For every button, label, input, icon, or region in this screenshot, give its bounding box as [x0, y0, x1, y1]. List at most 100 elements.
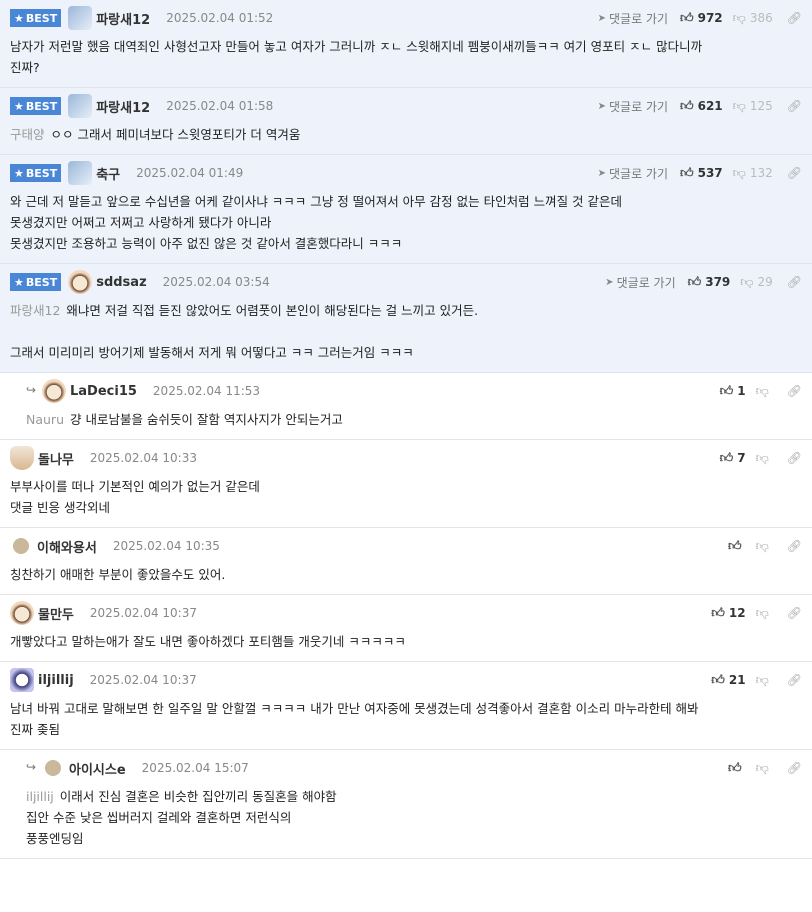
comment-text-line: 진짜 좆됨: [10, 719, 802, 740]
upvote-button[interactable]: 👍︎: [728, 761, 746, 776]
link-icon[interactable]: 🔗︎: [787, 384, 802, 398]
best-badge: ★ BEST: [10, 9, 62, 27]
comment-text-line: iljillij 이래서 진심 결혼은 비슷한 집안끼리 동질혼을 해야함: [26, 786, 802, 807]
thumbs-up-icon: 👍︎: [719, 383, 734, 399]
comment-body: 칭찬하기 애매한 부분이 좋았을수도 있어.: [10, 564, 802, 594]
upvote-button[interactable]: 👍︎: [728, 539, 746, 554]
downvote-button[interactable]: 👎︎ 125: [733, 99, 773, 114]
star-icon: ★: [14, 11, 24, 25]
comment-date: 2025.02.04 03:54: [162, 275, 270, 289]
thumbs-down-icon: 👎︎: [740, 274, 754, 290]
upvote-button[interactable]: 👍︎ 972: [680, 11, 723, 26]
mention-nickname[interactable]: 파랑새12: [10, 303, 60, 318]
comment-header: 돌나무 2025.02.04 10:33: [10, 440, 802, 476]
upvote-button[interactable]: 👍︎ 621: [680, 99, 723, 114]
goto-comment-button[interactable]: ➤ 댓글로 가기: [605, 274, 675, 291]
goto-comment-button[interactable]: ➤ 댓글로 가기: [598, 165, 668, 182]
downvote-button[interactable]: 👎︎: [756, 451, 773, 466]
nickname[interactable]: 이해와용서: [37, 537, 97, 556]
avatar[interactable]: [68, 270, 93, 294]
nickname[interactable]: 파랑새12: [96, 97, 150, 116]
link-icon[interactable]: 🔗︎: [787, 451, 802, 465]
comment-actions: ➤ 댓글로 가기 👍︎ 537 👎︎ 132 🔗︎: [598, 164, 802, 182]
upvote-button[interactable]: 👍︎ 379: [688, 275, 731, 290]
link-icon[interactable]: 🔗︎: [787, 99, 802, 113]
downvote-button[interactable]: 👎︎: [756, 606, 773, 621]
link-icon[interactable]: 🔗︎: [787, 539, 802, 553]
link-icon[interactable]: 🔗︎: [787, 11, 802, 25]
link-icon[interactable]: 🔗︎: [787, 166, 802, 180]
nickname[interactable]: iljillij: [38, 673, 74, 688]
comment: 이해와용서 2025.02.04 10:35 👍︎ 👎︎ 🔗︎ 칭찬하기 애매한…: [0, 528, 812, 595]
send-arrow-icon: ➤: [605, 276, 614, 288]
downvote-button[interactable]: 👎︎ 29: [740, 275, 772, 290]
avatar[interactable]: [13, 538, 29, 554]
nickname[interactable]: LaDeci15: [70, 384, 137, 399]
comment-text-line: 집안 수준 낮은 씹버러지 걸레와 결혼하면 저런식의: [26, 807, 802, 828]
comment-actions: 👍︎ 21 👎︎ 🔗︎: [711, 671, 802, 689]
upvote-count: 1: [737, 384, 746, 398]
nickname[interactable]: 축구: [96, 164, 120, 183]
comment-text: 걍 내로남불을 숨쉬듯이 잘함 역지사지가 안되는거고: [69, 412, 343, 427]
upvote-button[interactable]: 👍︎ 21: [711, 673, 745, 688]
avatar[interactable]: [68, 6, 93, 30]
comment-text-line: 파랑새12 왜냐면 저걸 직접 듣진 않았어도 어렴풋이 본인이 해당된다는 걸…: [10, 300, 802, 321]
thumbs-down-icon: 👎︎: [755, 383, 769, 399]
avatar[interactable]: [10, 446, 34, 470]
downvote-button[interactable]: 👎︎ 386: [733, 11, 773, 26]
thumbs-up-icon: 👍︎: [711, 605, 725, 621]
mention-nickname[interactable]: Nauru: [26, 412, 64, 427]
upvote-button[interactable]: 👍︎ 12: [711, 606, 745, 621]
downvote-button[interactable]: 👎︎: [756, 673, 773, 688]
downvote-button[interactable]: 👎︎: [756, 384, 773, 399]
thumbs-down-icon: 👎︎: [755, 450, 769, 466]
avatar[interactable]: [10, 601, 34, 625]
goto-comment-button[interactable]: ➤ 댓글로 가기: [598, 98, 668, 115]
avatar[interactable]: [45, 760, 61, 776]
upvote-count: 7: [737, 451, 746, 465]
nickname[interactable]: sddsaz: [96, 275, 146, 290]
comment-text: 풍풍엔딩임: [26, 831, 84, 846]
star-icon: ★: [14, 275, 24, 289]
comment-text: 왜냐면 저걸 직접 듣진 않았어도 어렴풋이 본인이 해당된다는 걸 느끼고 있…: [66, 303, 479, 318]
comment-actions: ➤ 댓글로 가기 👍︎ 621 👎︎ 125 🔗︎: [598, 97, 802, 115]
link-icon[interactable]: 🔗︎: [787, 275, 802, 289]
comment-header: 이해와용서 2025.02.04 10:35: [10, 528, 802, 564]
goto-comment-button[interactable]: ➤ 댓글로 가기: [598, 10, 668, 27]
upvote-button[interactable]: 👍︎ 537: [680, 166, 723, 181]
comment-date: 2025.02.04 10:35: [112, 539, 220, 553]
comment-text-line: [10, 321, 802, 342]
nickname[interactable]: 아이시스e: [69, 759, 126, 778]
downvote-button[interactable]: 👎︎: [756, 761, 773, 776]
avatar[interactable]: [10, 668, 34, 692]
comment-body: Nauru 걍 내로남불을 숨쉬듯이 잘함 역지사지가 안되는거고: [26, 409, 802, 439]
comment-text: 그래서 미리미리 방어기제 발동해서 저게 뭐 어떻다고 ㅋㅋ 그러는거임 ㅋㅋ…: [10, 345, 414, 360]
link-icon[interactable]: 🔗︎: [787, 606, 802, 620]
nickname[interactable]: 돌나무: [38, 449, 74, 468]
nickname[interactable]: 파랑새12: [96, 9, 150, 28]
comment: 돌나무 2025.02.04 10:33 👍︎ 7 👎︎ 🔗︎ 부부사이를 떠나 …: [0, 440, 812, 528]
thumbs-down-icon: 👎︎: [732, 165, 746, 181]
best-label: BEST: [25, 99, 58, 113]
avatar[interactable]: [68, 161, 93, 185]
downvote-button[interactable]: 👎︎ 132: [733, 166, 773, 181]
upvote-count: 972: [697, 11, 723, 25]
comment: ↪ 아이시스e 2025.02.04 15:07 👍︎ 👎︎ 🔗︎ iljill…: [0, 750, 812, 859]
send-arrow-icon: ➤: [597, 12, 606, 24]
link-icon[interactable]: 🔗︎: [787, 673, 802, 687]
nickname[interactable]: 물만두: [38, 604, 74, 623]
comment-text-line: 그래서 미리미리 방어기제 발동해서 저게 뭐 어떻다고 ㅋㅋ 그러는거임 ㅋㅋ…: [10, 342, 802, 363]
mention-nickname[interactable]: 구태양: [10, 127, 45, 142]
best-label: BEST: [25, 166, 58, 180]
downvote-button[interactable]: 👎︎: [756, 539, 773, 554]
comment-date: 2025.02.04 10:37: [89, 606, 197, 620]
comment-text: [10, 324, 14, 339]
avatar[interactable]: [68, 94, 93, 118]
upvote-count: 621: [697, 99, 723, 113]
link-icon[interactable]: 🔗︎: [787, 761, 802, 775]
avatar[interactable]: [42, 379, 66, 403]
upvote-button[interactable]: 👍︎ 1: [720, 384, 746, 399]
comment-header: iljillij 2025.02.04 10:37: [10, 662, 802, 698]
mention-nickname[interactable]: iljillij: [26, 789, 54, 804]
upvote-button[interactable]: 👍︎ 7: [720, 451, 746, 466]
